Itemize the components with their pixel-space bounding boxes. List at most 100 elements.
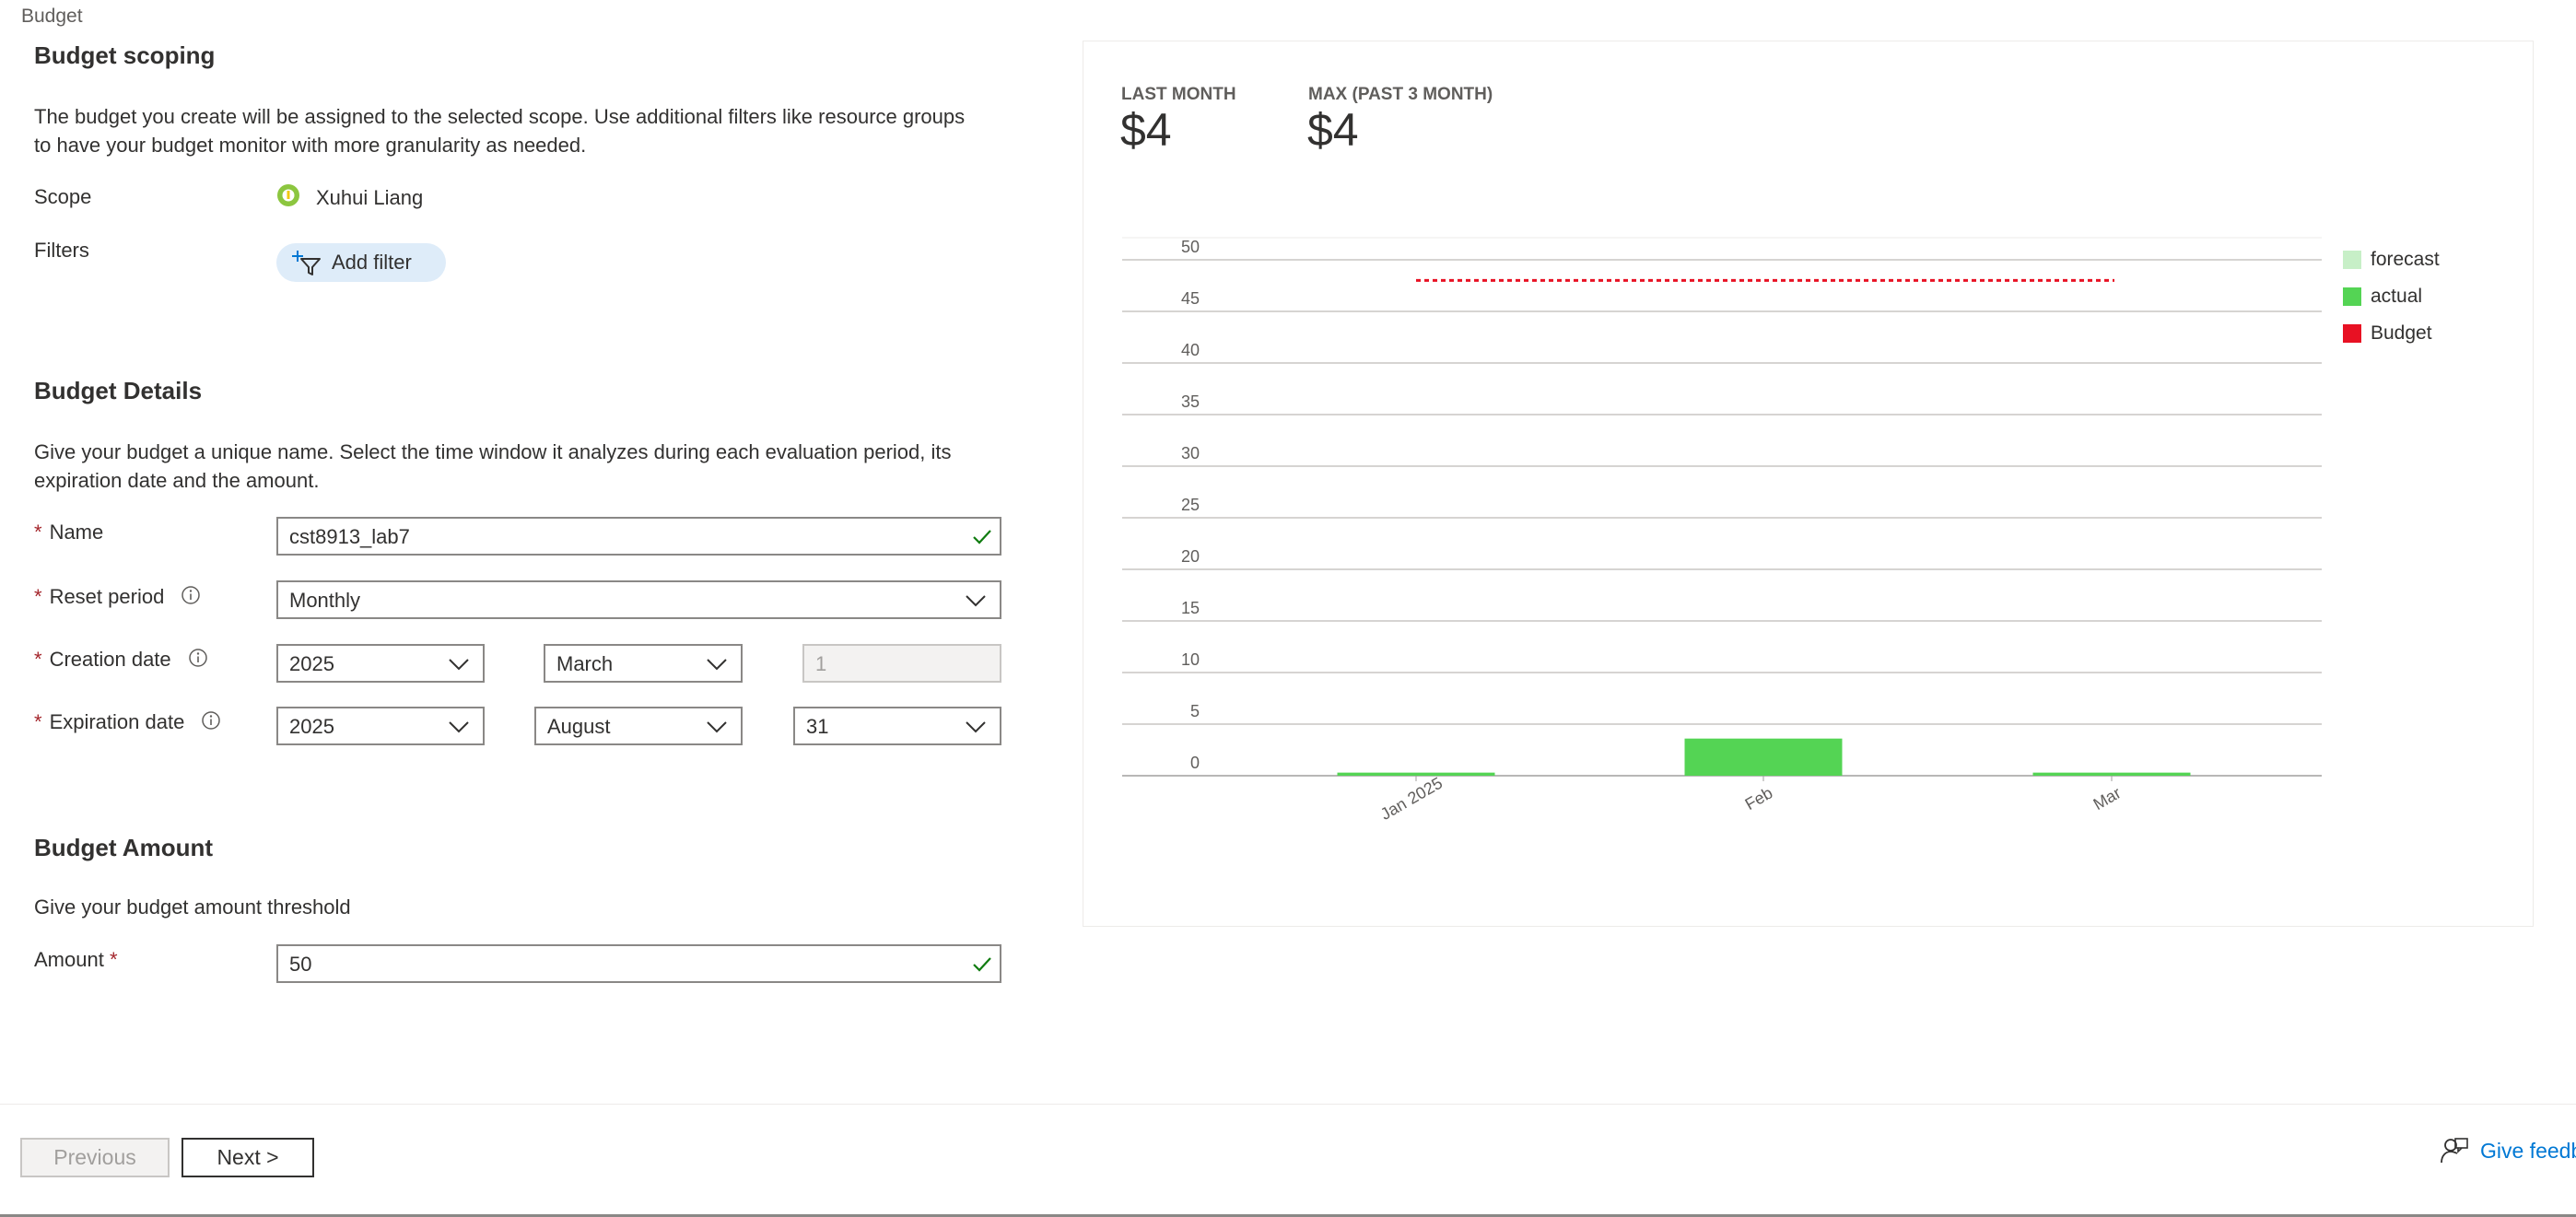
expiration-year-select[interactable]: 2025	[276, 707, 485, 745]
next-button[interactable]: Next >	[181, 1138, 314, 1177]
expiration-month-select[interactable]: August	[534, 707, 743, 745]
subscription-key-icon	[276, 183, 300, 212]
info-icon[interactable]	[188, 648, 208, 673]
x-tick-label: Jan 2025	[1377, 774, 1446, 824]
legend-swatch-actual	[2343, 287, 2361, 306]
description-line: expiration date and the amount.	[34, 469, 320, 492]
expiration-date-label-text: Expiration date	[49, 710, 185, 733]
legend-label-actual: actual	[2371, 286, 2423, 307]
chevron-down-icon	[706, 718, 728, 742]
scope-value[interactable]: Xuhui Liang	[316, 186, 423, 210]
y-tick-label: 10	[1181, 650, 1200, 669]
reset-period-label-text: Reset period	[49, 585, 165, 608]
y-tick-label: 0	[1190, 754, 1200, 772]
budget-details-title: Budget Details	[34, 377, 203, 404]
chevron-down-icon	[965, 591, 987, 615]
check-icon	[970, 525, 994, 555]
breadcrumb[interactable]: Budget	[21, 6, 83, 28]
budget-scoping-description: The budget you create will be assigned t…	[34, 102, 965, 159]
add-filter-icon	[291, 249, 322, 276]
chevron-down-icon	[706, 655, 728, 679]
y-tick-label: 35	[1181, 392, 1200, 411]
last-month-value: $4	[1120, 104, 1172, 156]
check-icon	[970, 953, 994, 982]
amount-label: Amount *	[34, 948, 125, 972]
legend-swatch-budget	[2343, 324, 2361, 343]
y-tick-label: 15	[1181, 599, 1200, 617]
reset-period-label: * Reset period	[34, 585, 201, 611]
bar-actual	[1337, 772, 1495, 776]
legend-label-budget: Budget	[2371, 322, 2432, 344]
name-label-text: Name	[49, 521, 104, 544]
legend-swatch-forecast	[2343, 251, 2361, 269]
chart-grid: 0 5 10 15 20 25 30 35 40 45 50	[1122, 237, 2322, 777]
y-tick-label: 40	[1181, 341, 1200, 359]
description-line: to have your budget monitor with more gr…	[34, 134, 587, 157]
amount-input[interactable]: 50	[276, 944, 1001, 983]
y-tick-label: 50	[1181, 238, 1200, 256]
budget-scoping-title: Budget scoping	[34, 41, 216, 69]
reset-period-select[interactable]: Monthly	[276, 580, 1001, 619]
max-past-3-month-value: $4	[1307, 104, 1359, 156]
budget-amount-description: Give your budget amount threshold	[34, 895, 351, 919]
description-line: Give your budget a unique name. Select t…	[34, 440, 952, 463]
expiration-month-value: August	[547, 715, 611, 738]
name-input[interactable]: cst8913_lab7	[276, 517, 1001, 556]
budget-amount-title: Budget Amount	[34, 834, 213, 861]
amount-label-text: Amount	[34, 948, 104, 971]
previous-button[interactable]: Previous	[20, 1138, 170, 1177]
y-tick-label: 30	[1181, 444, 1200, 462]
add-filter-button[interactable]: Add filter	[276, 243, 446, 282]
expiration-day-select[interactable]: 31	[793, 707, 1001, 745]
creation-month-value: March	[556, 652, 614, 675]
expiration-day-value: 31	[806, 715, 829, 738]
chart-x-labels: Jan 2025 Feb Mar	[1377, 774, 2125, 824]
info-icon[interactable]	[181, 585, 201, 611]
give-feedback-label: Give feedback	[2480, 1138, 2576, 1163]
legend-item-budget[interactable]: Budget	[2343, 315, 2440, 352]
chevron-down-icon	[965, 718, 987, 742]
y-tick-label: 45	[1181, 289, 1200, 308]
reset-period-value: Monthly	[289, 589, 361, 612]
feedback-icon	[2440, 1136, 2469, 1165]
name-input-value: cst8913_lab7	[289, 525, 410, 548]
x-tick-label: Mar	[2090, 783, 2125, 813]
bar-actual	[2032, 772, 2191, 776]
legend-item-forecast[interactable]: forecast	[2343, 241, 2440, 278]
chart-bars	[1337, 738, 2191, 776]
filters-label: Filters	[34, 239, 89, 262]
expiration-date-label: * Expiration date	[34, 710, 221, 736]
creation-month-select[interactable]: March	[544, 644, 743, 683]
name-label: * Name	[34, 521, 103, 544]
legend-label-forecast: forecast	[2371, 249, 2440, 270]
required-asterisk: *	[34, 585, 42, 608]
description-line: The budget you create will be assigned t…	[34, 105, 966, 128]
required-asterisk: *	[34, 648, 42, 671]
chevron-down-icon	[448, 655, 470, 679]
legend-item-actual[interactable]: actual	[2343, 278, 2440, 315]
y-tick-label: 5	[1190, 702, 1200, 720]
creation-year-select[interactable]: 2025	[276, 644, 485, 683]
footer-divider	[0, 1104, 2576, 1105]
scope-label: Scope	[34, 185, 92, 208]
creation-year-value: 2025	[289, 652, 334, 675]
add-filter-label: Add filter	[332, 251, 412, 274]
chart-legend: forecast actual Budget	[2343, 241, 2440, 352]
budget-chart: 0 5 10 15 20 25 30 35 40 45 50 Jan 2025 Feb Mar	[1122, 237, 2322, 824]
max-past-3-month-label: MAX (PAST 3 MONTH)	[1308, 85, 1493, 104]
expiration-year-value: 2025	[289, 715, 334, 738]
chevron-down-icon	[448, 718, 470, 742]
last-month-label: LAST MONTH	[1121, 85, 1236, 104]
y-tick-label: 25	[1181, 496, 1200, 514]
bar-actual	[1684, 738, 1843, 776]
budget-details-description: Give your budget a unique name. Select t…	[34, 438, 951, 495]
required-asterisk: *	[34, 710, 42, 733]
required-asterisk: *	[34, 521, 42, 544]
amount-input-value: 50	[289, 953, 312, 976]
creation-day-input: 1	[802, 644, 1001, 683]
give-feedback-link[interactable]: Give feedback	[2440, 1136, 2576, 1165]
creation-date-label-text: Creation date	[49, 648, 171, 671]
info-icon[interactable]	[201, 710, 221, 736]
y-tick-label: 20	[1181, 547, 1200, 566]
creation-day-value: 1	[815, 652, 827, 675]
